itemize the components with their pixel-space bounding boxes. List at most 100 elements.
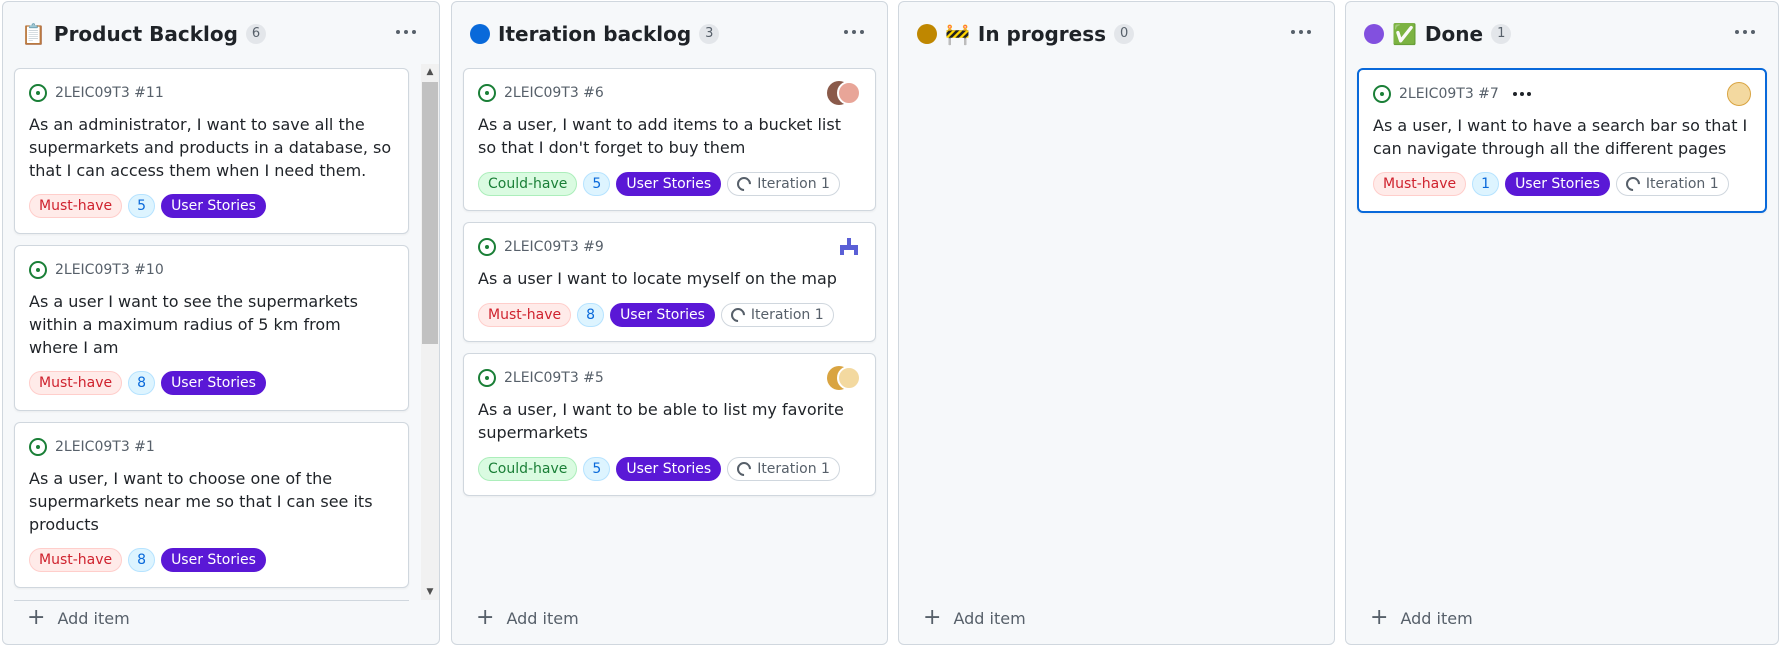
card-menu-icon[interactable] — [1512, 92, 1531, 96]
points-label[interactable]: 8 — [128, 548, 156, 572]
add-item-label: Add item — [953, 608, 1026, 628]
issue-reference[interactable]: 2LEIC09T3 #7 — [1399, 86, 1499, 102]
issue-card[interactable]: 2LEIC09T3 #6 As a user, I want to add it… — [463, 68, 876, 211]
iteration-text: Iteration 1 — [757, 461, 830, 477]
avatar[interactable] — [1727, 82, 1751, 106]
check-mark-icon: ✅ — [1392, 22, 1417, 46]
issue-card[interactable]: 2LEIC09T3 #11 As an administrator, I wan… — [14, 68, 409, 234]
priority-label[interactable]: Must-have — [478, 303, 572, 327]
points-label[interactable]: 5 — [128, 194, 156, 218]
add-item-button[interactable]: + Add item — [923, 606, 1026, 630]
scroll-thumb[interactable] — [422, 82, 438, 344]
add-item-button[interactable]: + Add item — [476, 606, 579, 630]
issue-title[interactable]: As a user, I want to have a search bar s… — [1373, 114, 1751, 160]
iteration-text: Iteration 1 — [757, 176, 830, 192]
add-item-button[interactable]: + Add item — [27, 606, 130, 630]
column-in-progress: 🚧 In progress 0 + Add item — [898, 1, 1335, 645]
open-issue-icon — [1373, 85, 1391, 103]
type-label[interactable]: User Stories — [1505, 172, 1610, 196]
type-label[interactable]: User Stories — [161, 371, 266, 395]
card-labels: Must-have 1 User Stories Iteration 1 — [1373, 171, 1729, 197]
column-title: In progress — [977, 22, 1107, 46]
iteration-label[interactable]: Iteration 1 — [727, 457, 840, 481]
open-issue-icon — [29, 261, 47, 279]
column-menu-button[interactable] — [1286, 20, 1316, 44]
issue-card[interactable]: 2LEIC09T3 #7 As a user, I want to have a… — [1357, 68, 1767, 213]
issue-reference[interactable]: 2LEIC09T3 #1 — [55, 439, 155, 455]
type-label[interactable]: User Stories — [161, 548, 266, 572]
priority-label[interactable]: Could-have — [478, 172, 578, 196]
issue-title[interactable]: As a user, I want to choose one of the s… — [29, 467, 394, 536]
issue-card[interactable]: 2LEIC09T3 #10 As a user I want to see th… — [14, 245, 409, 411]
issue-card[interactable]: 2LEIC09T3 #1 As a user, I want to choose… — [14, 422, 409, 588]
issue-reference[interactable]: 2LEIC09T3 #9 — [504, 239, 604, 255]
status-dot-icon — [470, 24, 490, 44]
points-label[interactable]: 5 — [583, 457, 611, 481]
add-item-label: Add item — [506, 608, 579, 628]
issue-title[interactable]: As an administrator, I want to save all … — [29, 113, 394, 182]
priority-label[interactable]: Must-have — [29, 548, 123, 572]
issue-reference[interactable]: 2LEIC09T3 #11 — [55, 85, 164, 101]
priority-label[interactable]: Could-have — [478, 457, 578, 481]
points-label[interactable]: 8 — [128, 371, 156, 395]
open-issue-icon — [478, 84, 496, 102]
points-label[interactable]: 8 — [577, 303, 605, 327]
column-title: Product Backlog — [53, 22, 238, 46]
scroll-up-icon[interactable]: ▲ — [421, 64, 439, 80]
column-menu-button[interactable] — [391, 20, 421, 44]
issue-reference[interactable]: 2LEIC09T3 #10 — [55, 262, 164, 278]
issue-reference[interactable]: 2LEIC09T3 #6 — [504, 85, 604, 101]
type-label[interactable]: User Stories — [616, 172, 722, 196]
assignee-avatars[interactable] — [827, 81, 861, 105]
iteration-text: Iteration 1 — [750, 307, 824, 323]
open-issue-icon — [29, 438, 47, 456]
column-header: ✅ Done 1 — [1346, 2, 1778, 64]
column-scrollbar[interactable]: ▲ ▼ — [421, 64, 439, 600]
plus-icon: + — [923, 605, 942, 630]
column-menu-button[interactable] — [1730, 20, 1760, 44]
iteration-text: Iteration 1 — [1645, 176, 1719, 192]
iteration-icon — [728, 305, 748, 325]
type-label[interactable]: User Stories — [610, 303, 715, 327]
open-issue-icon — [478, 238, 496, 256]
issue-card[interactable]: 2LEIC09T3 #9 As a user I want to locate … — [463, 222, 876, 342]
iteration-icon — [1623, 174, 1643, 194]
avatar[interactable] — [837, 235, 861, 259]
iteration-label[interactable]: Iteration 1 — [720, 303, 834, 327]
column-product-backlog: 📋 Product Backlog 6 2LEIC09T3 #11 As an … — [2, 1, 440, 645]
add-item-label: Add item — [57, 608, 130, 628]
card-labels: Could-have 5 User Stories Iteration 1 — [478, 456, 840, 482]
iteration-icon — [734, 174, 755, 194]
iteration-label[interactable]: Iteration 1 — [1615, 172, 1729, 196]
issue-title[interactable]: As a user I want to locate myself on the… — [478, 267, 861, 290]
more-icon — [396, 30, 416, 34]
column-count: 6 — [245, 24, 267, 44]
points-label[interactable]: 5 — [583, 172, 611, 196]
avatar — [837, 81, 861, 105]
column-header: 🚧 In progress 0 — [899, 2, 1334, 64]
issue-title[interactable]: As a user, I want to add items to a buck… — [478, 113, 861, 159]
scroll-down-icon[interactable]: ▼ — [421, 584, 439, 600]
priority-label[interactable]: Must-have — [29, 194, 123, 218]
card-labels: Must-have 5 User Stories — [29, 193, 266, 219]
type-label[interactable]: User Stories — [616, 457, 722, 481]
plus-icon: + — [1370, 605, 1389, 630]
type-label[interactable]: User Stories — [161, 194, 266, 218]
issue-title[interactable]: As a user I want to see the supermarkets… — [29, 290, 394, 359]
column-header: Iteration backlog 3 — [452, 2, 887, 64]
priority-label[interactable]: Must-have — [29, 371, 123, 395]
add-item-button[interactable]: + Add item — [1370, 606, 1473, 630]
issue-reference[interactable]: 2LEIC09T3 #5 — [504, 370, 604, 386]
issue-title[interactable]: As a user, I want to be able to list my … — [478, 398, 861, 444]
more-icon — [1291, 30, 1311, 34]
issue-card[interactable]: 2LEIC09T3 #5 As a user, I want to be abl… — [463, 353, 876, 496]
priority-label[interactable]: Must-have — [1373, 172, 1467, 196]
column-menu-button[interactable] — [839, 20, 869, 44]
construction-icon: 🚧 — [945, 22, 970, 46]
assignee-avatars[interactable] — [827, 366, 861, 390]
column-done: ✅ Done 1 2LEIC09T3 #7 As a user, I want … — [1345, 1, 1779, 645]
iteration-label[interactable]: Iteration 1 — [727, 172, 840, 196]
more-icon — [844, 30, 864, 34]
points-label[interactable]: 1 — [1472, 172, 1500, 196]
status-dot-icon — [917, 24, 937, 44]
